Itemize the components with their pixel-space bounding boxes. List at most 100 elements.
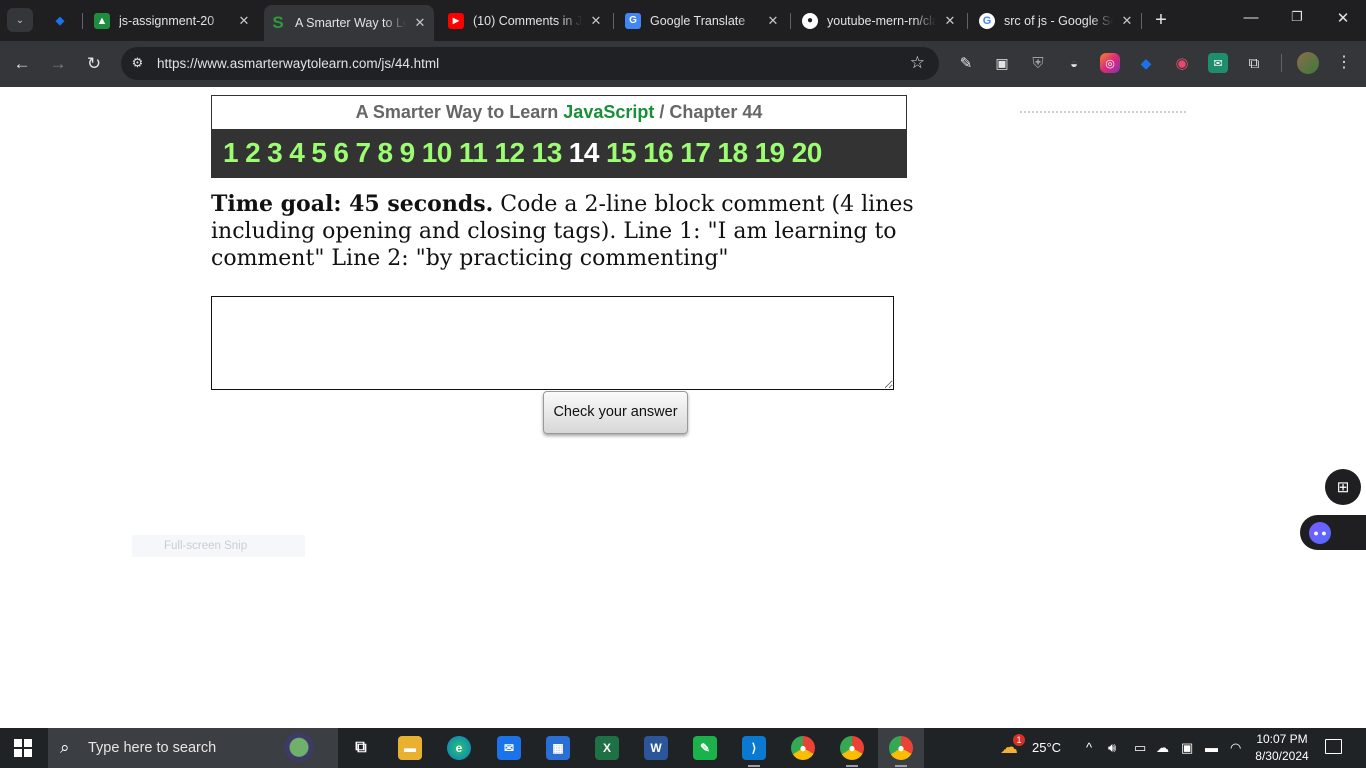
exercise-link-17[interactable]: 17 [680, 137, 711, 169]
tray-chevron-icon[interactable]: ^ [1086, 740, 1092, 755]
close-icon[interactable]: ✕ [1119, 13, 1135, 29]
exercise-link-8[interactable]: 8 [378, 137, 394, 169]
book-title-js[interactable]: JavaScript [563, 102, 654, 122]
vscode-icon[interactable]: ⟩ [742, 736, 766, 767]
exercise-link-4[interactable]: 4 [289, 137, 305, 169]
ninja-icon[interactable]: ◒ [1064, 53, 1084, 73]
assistant-bot-button[interactable]: ● ● [1300, 515, 1366, 550]
chapter-label[interactable]: Chapter 44 [669, 102, 762, 122]
exercise-link-10[interactable]: 10 [422, 137, 453, 169]
exercise-link-15[interactable]: 15 [606, 137, 637, 169]
weather-badge: 1 [1013, 734, 1025, 746]
tab-title: Google Translate [650, 13, 746, 28]
file-explorer-icon[interactable]: ▬ [398, 736, 422, 760]
url-text[interactable]: https://www.asmarterwaytolearn.com/js/44… [157, 56, 439, 71]
battery-icon[interactable]: ▬ [1205, 740, 1218, 755]
tab-js-assignment[interactable]: ▲ js-assignment-20 ✕ [94, 6, 252, 35]
store-icon[interactable]: ▦ [546, 736, 570, 760]
windows-start-icon[interactable] [14, 739, 32, 757]
exercise-link-13[interactable]: 13 [532, 137, 563, 169]
bot-face-icon: ● ● [1309, 522, 1331, 544]
tab-youtube[interactable]: ▶ (10) Comments in JavaScript ✕ [448, 6, 604, 35]
word-icon[interactable]: W [644, 736, 668, 760]
gem-icon: ◆ [55, 15, 65, 27]
minimize-icon[interactable]: — [1241, 9, 1261, 26]
site-info-icon[interactable]: ⚙ [129, 55, 146, 72]
mail-icon[interactable]: ✉ [1208, 53, 1228, 73]
exercise-link-7[interactable]: 7 [355, 137, 371, 169]
exercise-link-18[interactable]: 18 [717, 137, 748, 169]
forward-icon[interactable]: → [46, 52, 70, 76]
image-icon[interactable]: ▣ [992, 53, 1012, 73]
exercise-link-2[interactable]: 2 [245, 137, 261, 169]
exercise-link-9[interactable]: 9 [400, 137, 416, 169]
check-answer-button[interactable]: Check your answer [543, 391, 688, 434]
extensions-icon[interactable]: ⧉ [1244, 53, 1264, 73]
eyedropper-icon[interactable]: ✎ [956, 53, 976, 73]
menu-kebab-icon[interactable]: ⋮ [1336, 52, 1352, 74]
tab-smarter-way[interactable]: S A Smarter Way to Learn JavaScript ✕ [264, 5, 434, 41]
tab-gem[interactable]: ◆ [52, 6, 78, 35]
apps-grid-icon[interactable]: ⊞ [1325, 469, 1361, 505]
exercise-link-14[interactable]: 14 [569, 137, 600, 169]
edge-icon[interactable]: e [447, 736, 471, 760]
notifications-icon[interactable] [1325, 739, 1342, 754]
tab-title: js-assignment-20 [119, 13, 215, 28]
profile-avatar[interactable] [1297, 52, 1319, 74]
display-icon[interactable]: ▣ [1181, 740, 1193, 756]
restore-icon[interactable]: ❐ [1287, 9, 1307, 25]
exercise-nav: 1 2 3 4 5 6 7 8 9 10 11 12 13 14 15 16 17 18 19 20 [212, 129, 906, 177]
tab-github[interactable]: ● youtube-mern-rn/class ✕ [802, 6, 958, 35]
exercise-link-3[interactable]: 3 [267, 137, 283, 169]
chapter-header: A Smarter Way to Learn JavaScript / Chap… [211, 95, 907, 178]
exercise-instructions: Time goal: 45 seconds. Code a 2-line blo… [211, 191, 1011, 272]
gem-extension-icon[interactable]: ◆ [1136, 53, 1156, 73]
taskbar-clock[interactable]: 10:07 PM 8/30/2024 [1252, 731, 1312, 765]
book-title[interactable]: A Smarter Way to Learn [356, 102, 564, 122]
exercise-link-5[interactable]: 5 [311, 137, 327, 169]
tab-google-search[interactable]: G src of js - Google Search ✕ [979, 6, 1135, 35]
chrome-icon[interactable]: ● [791, 736, 815, 760]
onedrive-icon[interactable]: ☁ [1156, 740, 1169, 756]
chapter-title: A Smarter Way to Learn JavaScript / Chap… [212, 96, 906, 129]
tab-title: A Smarter Way to Learn JavaScript [295, 16, 406, 30]
address-bar[interactable]: ⚙ https://www.asmarterwaytolearn.com/js/… [121, 47, 939, 80]
shield-icon[interactable]: ⛨ [1028, 53, 1048, 73]
reload-icon[interactable]: ↻ [82, 52, 106, 76]
exercise-link-19[interactable]: 19 [755, 137, 786, 169]
back-icon[interactable]: ← [10, 52, 34, 76]
github-icon: ● [802, 12, 818, 29]
wifi-icon[interactable]: ◠ [1230, 740, 1241, 756]
new-tab-button[interactable]: + [1151, 9, 1171, 31]
exercise-link-6[interactable]: 6 [333, 137, 349, 169]
exercise-link-11[interactable]: 11 [459, 137, 488, 169]
exercise-link-20[interactable]: 20 [792, 137, 823, 169]
close-icon[interactable]: ✕ [588, 13, 604, 29]
exercise-link-12[interactable]: 12 [494, 137, 525, 169]
chrome-profile-icon[interactable]: ● [840, 736, 864, 767]
chrome-active-icon[interactable]: ● [889, 736, 913, 767]
exercise-link-16[interactable]: 16 [643, 137, 674, 169]
mail-app-icon[interactable]: ✉ [497, 736, 521, 760]
taskbar-search[interactable]: ⌕ Type here to search [48, 728, 338, 768]
close-icon[interactable]: ✕ [236, 13, 252, 29]
sketch-app-icon[interactable]: ✎ [693, 736, 717, 760]
excel-icon[interactable]: X [595, 736, 619, 760]
close-icon[interactable]: ✕ [942, 13, 958, 29]
record-icon[interactable]: ◉ [1172, 53, 1192, 73]
task-view-icon[interactable]: ⧉ [349, 736, 373, 760]
meet-icon[interactable]: ▭ [1134, 740, 1146, 756]
close-icon[interactable]: ✕ [412, 15, 428, 31]
answer-textarea[interactable] [211, 296, 894, 390]
translate-icon: G [625, 12, 641, 29]
weather-temp[interactable]: 25°C [1032, 740, 1061, 755]
volume-icon[interactable]: 🔊︎ [1108, 740, 1116, 756]
bookmark-star-icon[interactable]: ☆ [910, 53, 925, 73]
dotted-divider [1020, 111, 1186, 113]
close-icon[interactable]: ✕ [765, 13, 781, 29]
exercise-link-1[interactable]: 1 [223, 137, 239, 169]
instagram-icon[interactable]: ◎ [1100, 53, 1120, 73]
tab-search-button[interactable]: ⌄ [7, 8, 33, 32]
window-close-icon[interactable]: ✕ [1333, 9, 1353, 27]
tab-google-translate[interactable]: G Google Translate ✕ [625, 6, 781, 35]
